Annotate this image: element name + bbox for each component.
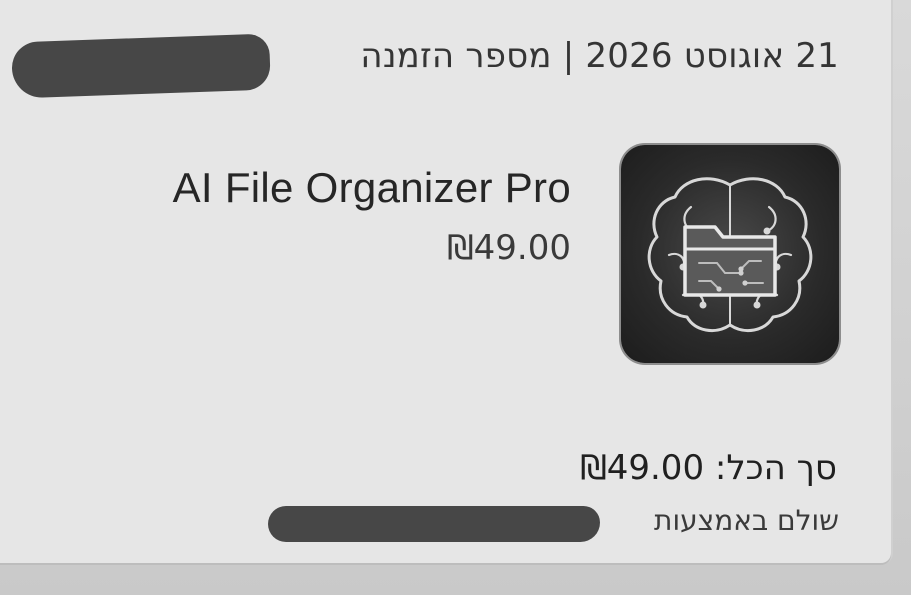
brain-folder-icon[interactable]	[621, 145, 839, 363]
order-total: סך הכל: ₪49.00	[580, 448, 837, 488]
order-number-label: מספר הזמנה	[360, 36, 552, 76]
receipt-screen: 21 אוגוסט 2026 | מספר הזמנה AI File Orga…	[0, 0, 911, 595]
order-header: 21 אוגוסט 2026 | מספר הזמנה	[360, 36, 839, 76]
brain-folder-icon-graphic	[647, 177, 813, 333]
payment-method-redaction	[268, 506, 600, 542]
paid-with-label: שולם באמצעות	[654, 504, 839, 537]
product-name[interactable]: AI File Organizer Pro	[173, 164, 571, 212]
order-date: 21 אוגוסט 2026	[585, 36, 839, 76]
order-separator: |	[562, 36, 575, 76]
total-label: סך הכל:	[714, 448, 837, 488]
order-number-redaction	[11, 33, 271, 99]
product-price: ₪49.00	[447, 228, 571, 268]
total-value: ₪49.00	[580, 448, 705, 488]
